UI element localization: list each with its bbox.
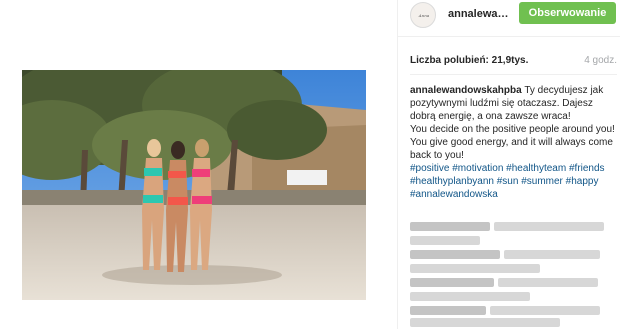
blurred-comment <box>410 264 540 273</box>
caption-text-en: You decide on the positive people around… <box>410 124 615 161</box>
caption-hashtags[interactable]: #positive #motivation #healthyteam #frie… <box>410 163 605 200</box>
blurred-comment <box>410 250 500 259</box>
post-header: Anna annalewa… Obserwowanie <box>398 0 620 36</box>
post-sidebar: Anna annalewa… Obserwowanie Liczba polub… <box>397 0 620 329</box>
avatar[interactable]: Anna <box>410 2 436 28</box>
blurred-comment <box>410 292 530 301</box>
blurred-comment <box>410 306 486 315</box>
blurred-comment <box>410 222 490 231</box>
follow-button[interactable]: Obserwowanie <box>519 2 616 24</box>
blurred-comment <box>490 306 600 315</box>
blurred-comment <box>410 318 560 327</box>
header-divider <box>398 36 620 37</box>
post-time[interactable]: 4 godz. <box>584 55 617 66</box>
photo-pane <box>0 0 397 329</box>
caption-username[interactable]: annalewandowskahpba <box>410 85 522 96</box>
blurred-comment <box>498 278 598 287</box>
beach-photo-image <box>22 70 366 300</box>
likes-divider <box>410 74 617 75</box>
blurred-comment <box>410 278 494 287</box>
post-photo[interactable] <box>22 70 366 300</box>
header-username[interactable]: annalewa… <box>448 8 509 20</box>
blurred-comment <box>410 236 480 245</box>
caption: annalewandowskahpba Ty decydujesz jak po… <box>410 84 620 201</box>
blurred-comment <box>504 250 600 259</box>
avatar-signature: Anna <box>418 13 430 18</box>
likes-row: Liczba polubień: 21,9tys. 4 godz. <box>410 55 617 71</box>
blurred-comment <box>494 222 604 231</box>
likes-count[interactable]: Liczba polubień: 21,9tys. <box>410 55 528 66</box>
